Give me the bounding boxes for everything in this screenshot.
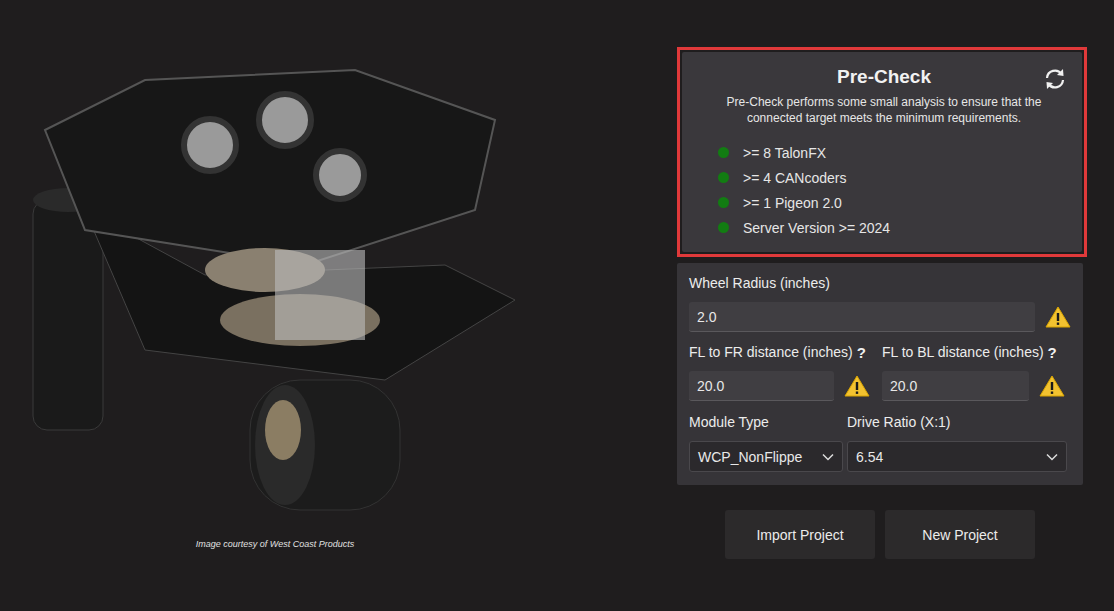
wheel-radius-input[interactable] [689, 302, 1035, 332]
precheck-item: >= 8 TalonFX [702, 140, 1066, 165]
swerve-module-photo [25, 50, 525, 525]
label-text: Module Type [689, 414, 769, 431]
status-dot [718, 172, 729, 183]
refresh-icon[interactable] [1042, 66, 1068, 92]
setup-column: Pre-Check Pre-Check performs some small a… [677, 47, 1087, 559]
chevron-down-icon [1046, 453, 1058, 461]
precheck-highlight: Pre-Check Pre-Check performs some small a… [677, 47, 1087, 257]
chevron-down-icon [822, 453, 834, 461]
button-row: Import ProjectNew Project [677, 510, 1083, 559]
precheck-label: >= 4 CANcoders [743, 170, 847, 186]
label-text: Wheel Radius (inches) [689, 275, 830, 292]
module-type-dropdown[interactable]: WCP_NonFlippe [689, 441, 843, 472]
field-group: FL to FR distance (inches)? [689, 344, 870, 401]
field-row: WCP_NonFlippe [689, 441, 843, 472]
help-icon[interactable]: ? [1048, 344, 1057, 361]
fl-to-fr-input[interactable] [689, 371, 834, 401]
label-text: FL to FR distance (inches) [689, 344, 853, 361]
status-dot [718, 147, 729, 158]
field-label: Wheel Radius (inches) [689, 275, 1071, 292]
warning-icon [1045, 305, 1071, 329]
warning-icon [1039, 374, 1065, 398]
field-row [689, 371, 870, 401]
settings-card: Wheel Radius (inches) FL to FR distance (… [677, 263, 1083, 485]
field-group: Drive Ratio (X:1) 6.54 [847, 414, 1067, 472]
precheck-card: Pre-Check Pre-Check performs some small a… [682, 52, 1082, 252]
precheck-label: >= 8 TalonFX [743, 145, 826, 161]
fl-to-bl-input[interactable] [882, 371, 1029, 401]
field-row [882, 371, 1065, 401]
field-label: FL to BL distance (inches)? [882, 344, 1065, 361]
precheck-list: >= 8 TalonFX >= 4 CANcoders >= 1 Pigeon 2.… [702, 140, 1066, 240]
label-text: Drive Ratio (X:1) [847, 414, 950, 431]
field-row: 6.54 [847, 441, 1067, 472]
dropdown-value: WCP_NonFlippe [698, 449, 802, 465]
field-label: Drive Ratio (X:1) [847, 414, 1067, 431]
drive-ratio-dropdown[interactable]: 6.54 [847, 441, 1067, 472]
distance-fields: FL to FR distance (inches)?FL to BL dist… [689, 344, 1071, 401]
precheck-item: >= 4 CANcoders [702, 165, 1066, 190]
field-group: Module Type WCP_NonFlippe [689, 414, 843, 472]
import-project-button[interactable]: Import Project [725, 510, 875, 559]
label-text: FL to BL distance (inches) [882, 344, 1044, 361]
precheck-description: Pre-Check performs some small analysis t… [712, 94, 1057, 126]
field-label: Module Type [689, 414, 843, 431]
precheck-title: Pre-Check [702, 66, 1066, 88]
help-icon[interactable]: ? [857, 344, 866, 361]
warning-icon [844, 374, 870, 398]
status-dot [718, 222, 729, 233]
status-dot [718, 197, 729, 208]
precheck-label: >= 1 Pigeon 2.0 [743, 195, 842, 211]
precheck-item: >= 1 Pigeon 2.0 [702, 190, 1066, 215]
field-group: FL to BL distance (inches)? [882, 344, 1065, 401]
precheck-item: Server Version >= 2024 [702, 215, 1066, 240]
precheck-label: Server Version >= 2024 [743, 220, 890, 236]
image-column: Image courtesy of West Coast Products [25, 47, 525, 559]
image-caption: Image courtesy of West Coast Products [196, 539, 354, 549]
field-row [689, 302, 1071, 332]
main: Image courtesy of West Coast Products Pr… [0, 0, 1114, 559]
field-label: FL to FR distance (inches)? [689, 344, 870, 361]
dropdown-fields: Module Type WCP_NonFlippe Drive Ratio (X:1… [689, 414, 1071, 472]
new-project-button[interactable]: New Project [885, 510, 1035, 559]
dropdown-value: 6.54 [856, 449, 883, 465]
